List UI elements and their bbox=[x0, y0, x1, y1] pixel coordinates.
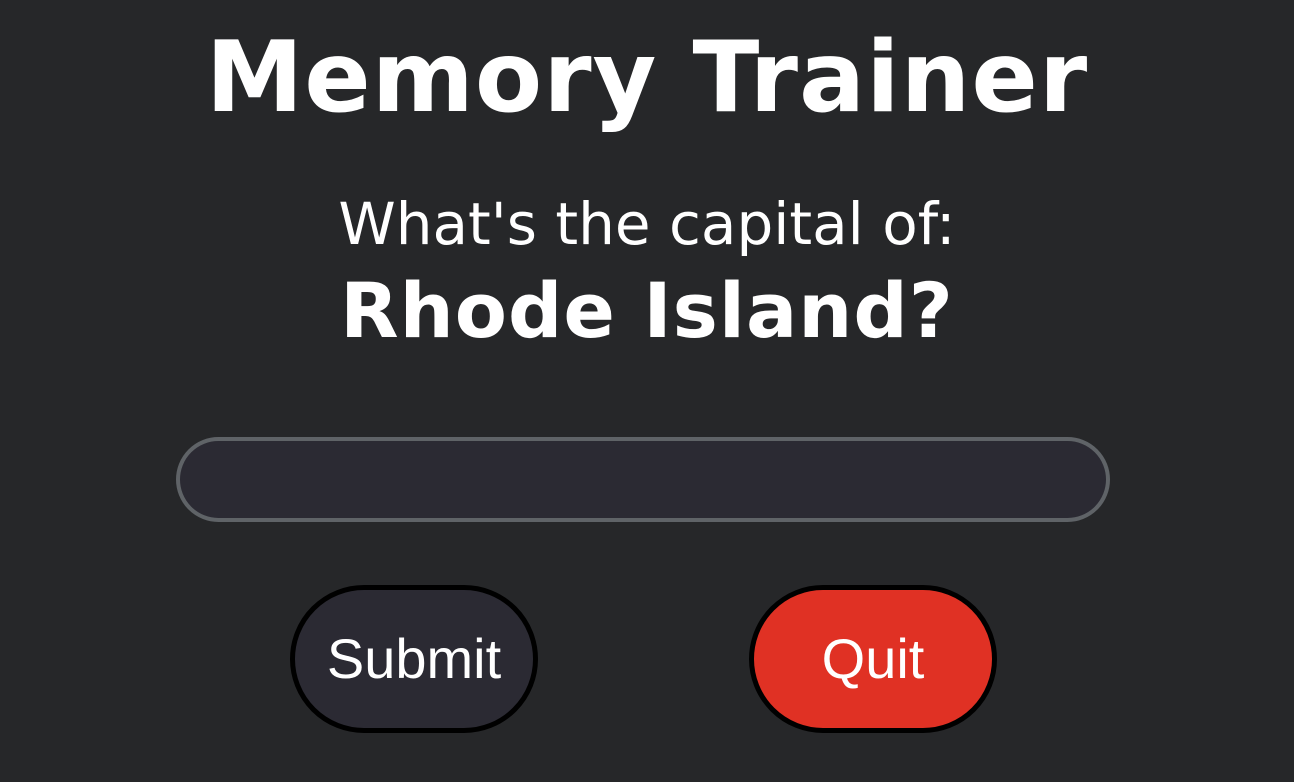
answer-input[interactable] bbox=[176, 437, 1110, 522]
page-title: Memory Trainer bbox=[205, 21, 1089, 135]
question-subject: Rhode Island? bbox=[340, 266, 954, 355]
memory-trainer-page: Memory Trainer What's the capital of: Rh… bbox=[0, 0, 1294, 782]
submit-button[interactable]: Submit bbox=[290, 585, 538, 733]
question-prompt: What's the capital of: bbox=[338, 190, 956, 258]
quit-button[interactable]: Quit bbox=[749, 585, 997, 733]
